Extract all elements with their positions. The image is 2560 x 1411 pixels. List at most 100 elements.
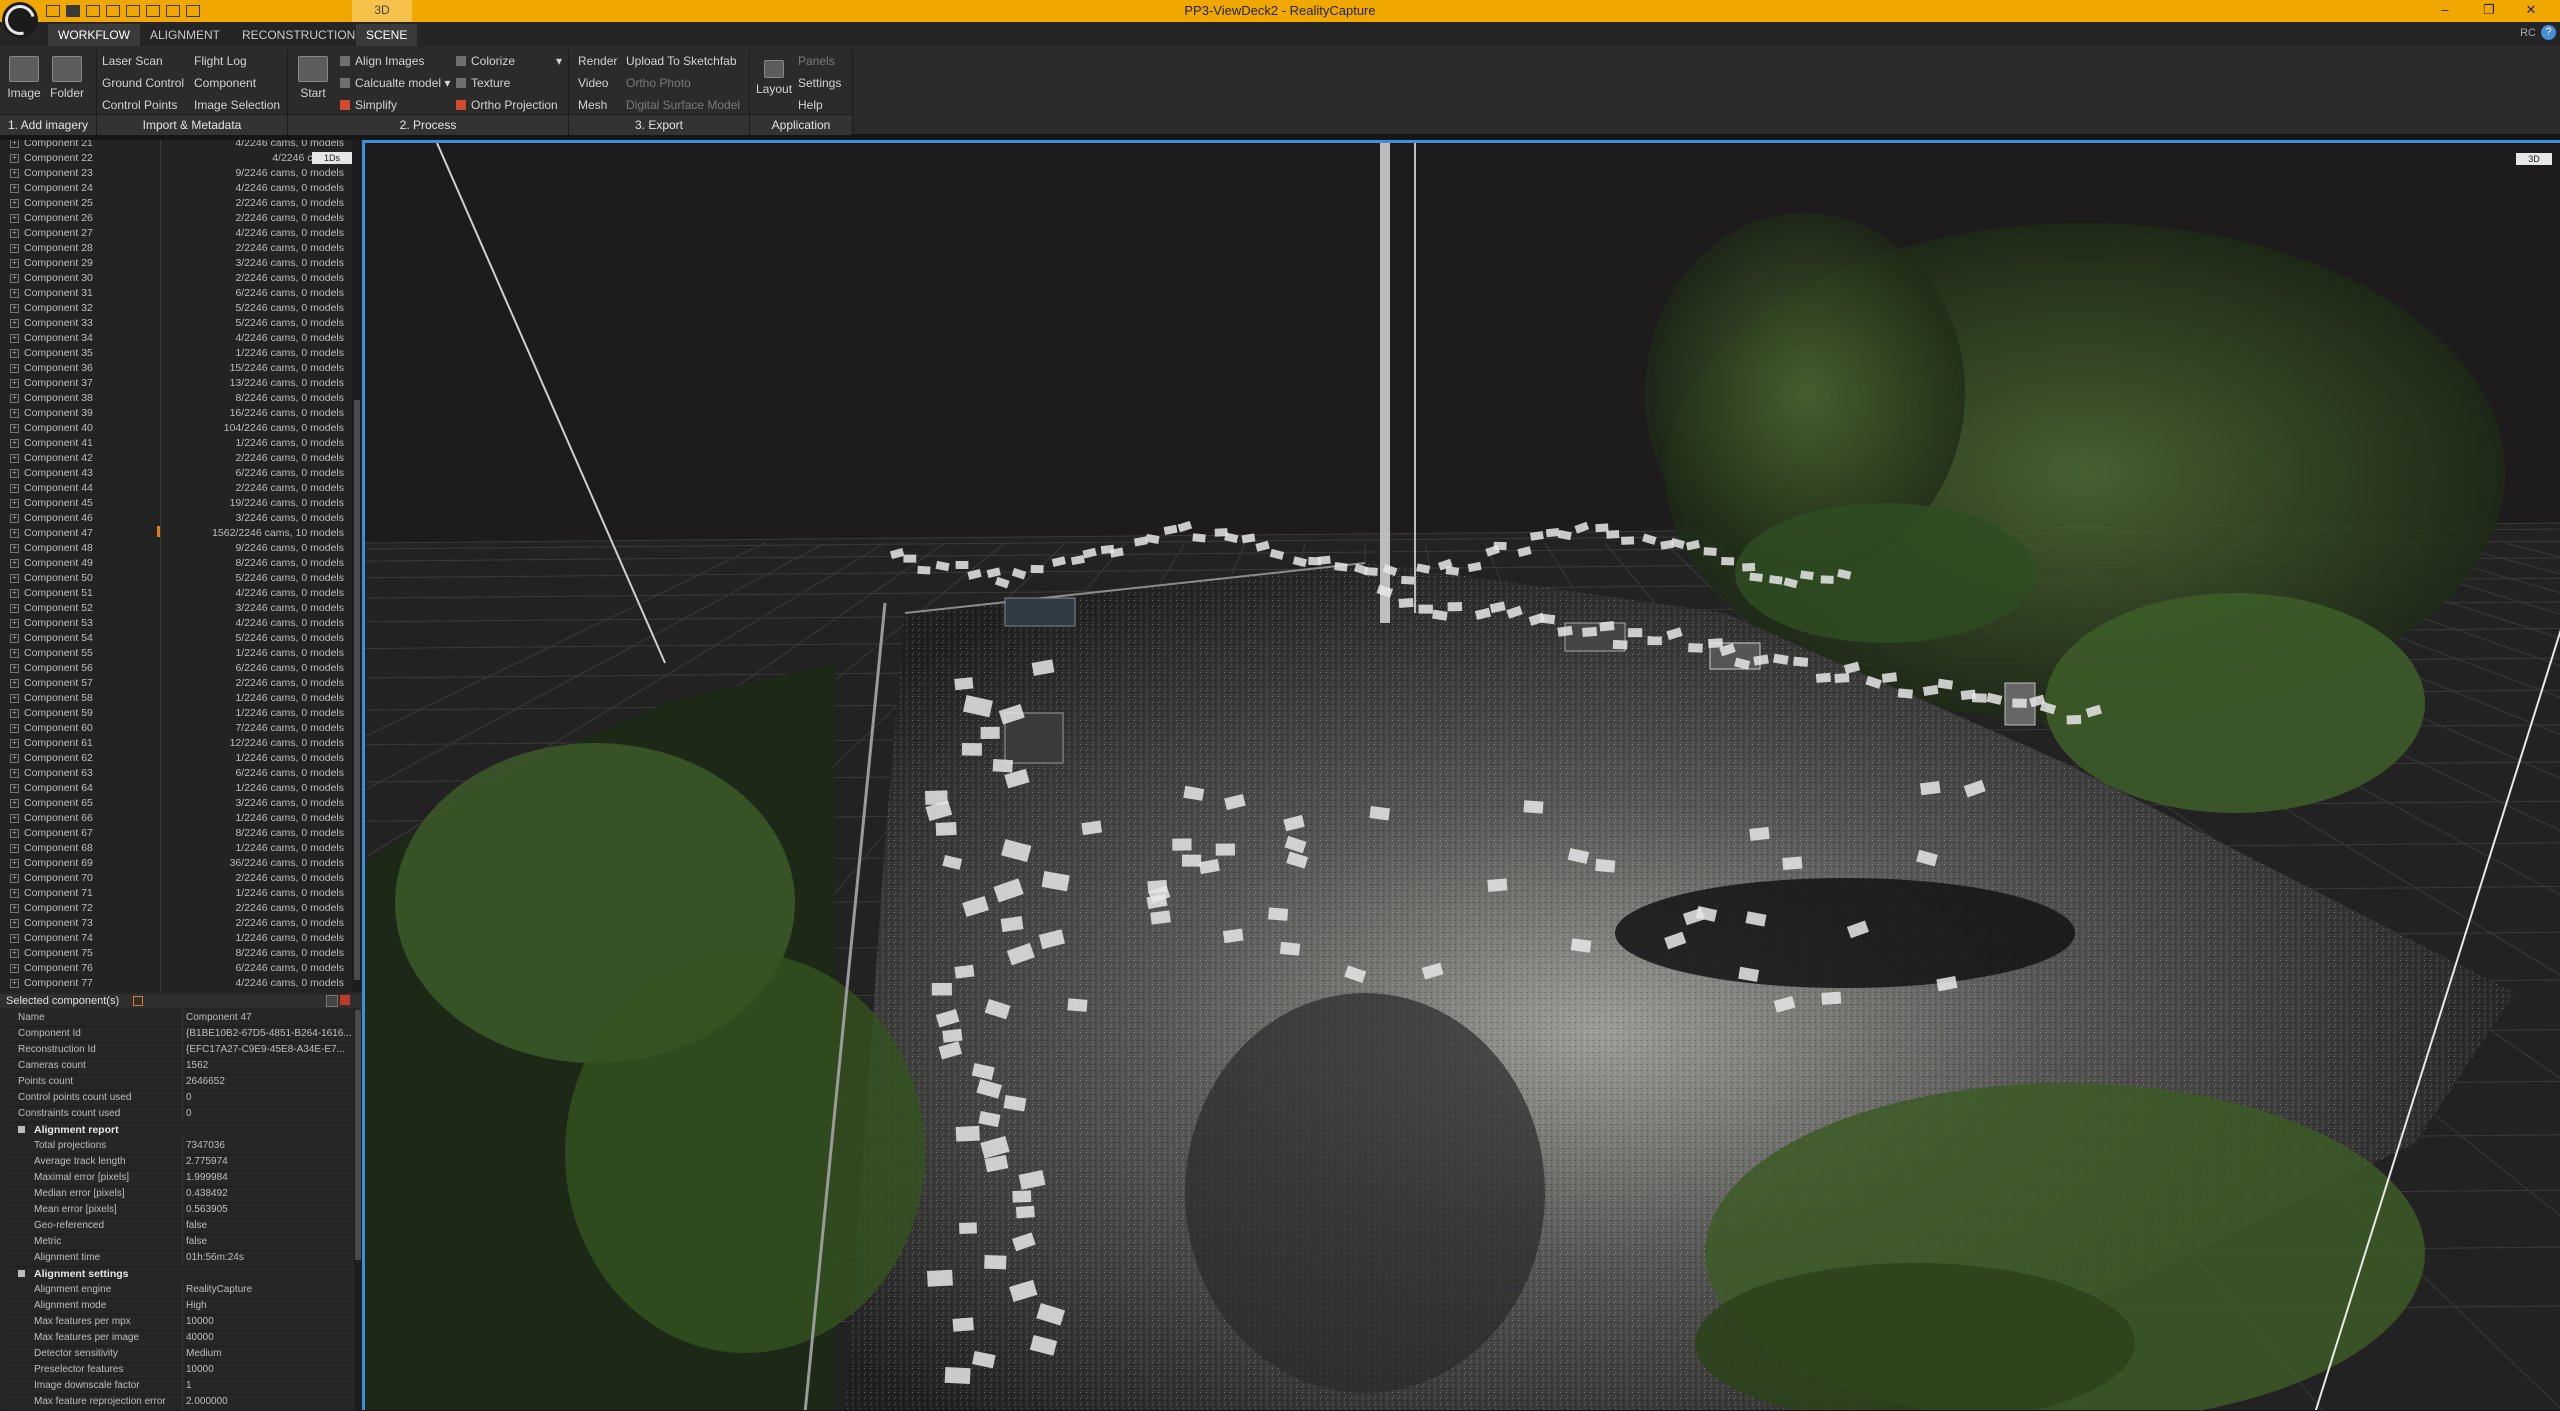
expand-icon[interactable]: +	[10, 934, 19, 943]
component-row[interactable]: + Component 51 4/2246 cams, 0 models	[0, 586, 350, 601]
camera-marker[interactable]	[955, 560, 969, 569]
expand-icon[interactable]: +	[10, 694, 19, 703]
flight-log-button[interactable]: Flight Log	[194, 54, 247, 68]
ground-control-button[interactable]: Ground Control	[102, 76, 184, 90]
camera-marker[interactable]	[992, 758, 1013, 773]
laser-scan-button[interactable]: Laser Scan	[102, 54, 163, 68]
components-scrollbar[interactable]	[352, 140, 362, 992]
camera-marker[interactable]	[1364, 567, 1378, 576]
component-row[interactable]: + Component 77 4/2246 cams, 0 models	[0, 976, 350, 991]
component-row[interactable]: + Component 40 104/2246 cams, 0 models	[0, 421, 350, 436]
expand-icon[interactable]: +	[10, 784, 19, 793]
restore-button[interactable]: ❐	[2474, 2, 2504, 18]
expand-icon[interactable]: +	[10, 739, 19, 748]
property-row[interactable]: Component Id {B1BE10B2-67D5-4851-B264-161…	[6, 1026, 352, 1043]
scrollbar-thumb[interactable]	[354, 400, 360, 980]
expand-icon[interactable]: +	[10, 544, 19, 553]
camera-marker[interactable]	[1834, 673, 1850, 684]
camera-marker[interactable]	[1172, 838, 1192, 851]
camera-marker[interactable]	[1815, 672, 1831, 683]
camera-marker[interactable]	[1599, 621, 1615, 632]
panel-close-icon[interactable]	[340, 995, 350, 1005]
expand-icon[interactable]: +	[10, 604, 19, 613]
expand-icon[interactable]: +	[10, 199, 19, 208]
property-row[interactable]: Constraints count used 0	[6, 1106, 352, 1123]
component-row[interactable]: + Component 55 1/2246 cams, 0 models	[0, 646, 350, 661]
close-button[interactable]: ✕	[2516, 2, 2546, 18]
expand-icon[interactable]: +	[10, 349, 19, 358]
property-row[interactable]: Control points count used 0	[6, 1090, 352, 1107]
ortho-projection-button[interactable]: Ortho Projection	[456, 98, 558, 112]
expand-icon[interactable]: +	[10, 799, 19, 808]
expand-icon[interactable]: +	[10, 859, 19, 868]
component-row[interactable]: + Component 45 19/2246 cams, 0 models	[0, 496, 350, 511]
camera-marker[interactable]	[1582, 626, 1598, 637]
camera-marker[interactable]	[1418, 604, 1433, 614]
expand-icon[interactable]: +	[10, 904, 19, 913]
camera-marker[interactable]	[1688, 643, 1703, 653]
camera-marker[interactable]	[935, 822, 957, 836]
expand-icon[interactable]: +	[10, 409, 19, 418]
expand-icon[interactable]: +	[10, 964, 19, 973]
component-row[interactable]: + Component 21 4/2246 cams, 0 models	[0, 140, 350, 151]
component-row[interactable]: + Component 37 13/2246 cams, 0 models	[0, 376, 350, 391]
property-row[interactable]: Alignment engine RealityCapture	[6, 1282, 352, 1299]
expand-icon[interactable]: +	[10, 889, 19, 898]
component-row[interactable]: + Component 54 5/2246 cams, 0 models	[0, 631, 350, 646]
expand-icon[interactable]: +	[10, 949, 19, 958]
component-row[interactable]: + Component 33 5/2246 cams, 0 models	[0, 316, 350, 331]
camera-marker[interactable]	[1919, 780, 1941, 796]
component-row[interactable]: + Component 73 2/2246 cams, 0 models	[0, 916, 350, 931]
expand-icon[interactable]: +	[10, 469, 19, 478]
add-image-button[interactable]: Image	[6, 56, 42, 100]
expand-icon[interactable]: +	[10, 394, 19, 403]
camera-marker[interactable]	[1621, 536, 1635, 545]
property-row[interactable]: Metric false	[6, 1234, 352, 1251]
component-row[interactable]: + Component 35 1/2246 cams, 0 models	[0, 346, 350, 361]
component-row[interactable]: + Component 42 2/2246 cams, 0 models	[0, 451, 350, 466]
section-header[interactable]: Alignment settings	[6, 1266, 352, 1282]
tab-alignment[interactable]: ALIGNMENT	[140, 24, 230, 46]
component-row[interactable]: + Component 44 2/2246 cams, 0 models	[0, 481, 350, 496]
component-row[interactable]: + Component 74 1/2246 cams, 0 models	[0, 931, 350, 946]
help-button[interactable]: Help	[798, 98, 823, 112]
camera-marker[interactable]	[1398, 597, 1414, 609]
expand-icon[interactable]: +	[10, 484, 19, 493]
simplify-button[interactable]: Simplify	[340, 98, 397, 112]
expand-icon[interactable]: +	[10, 304, 19, 313]
collapse-icon[interactable]	[18, 1126, 25, 1133]
help-icon[interactable]: ?	[2541, 25, 2556, 40]
camera-marker[interactable]	[1768, 575, 1783, 585]
component-row[interactable]: + Component 28 2/2246 cams, 0 models	[0, 241, 350, 256]
component-row[interactable]: + Component 64 1/2246 cams, 0 models	[0, 781, 350, 796]
component-row[interactable]: + Component 50 5/2246 cams, 0 models	[0, 571, 350, 586]
property-row[interactable]: Maximal error [pixels] 1.999984	[6, 1170, 352, 1187]
component-row[interactable]: + Component 75 8/2246 cams, 0 models	[0, 946, 350, 961]
camera-marker[interactable]	[1820, 575, 1834, 584]
panels-button[interactable]: Panels	[798, 54, 835, 68]
component-row[interactable]: + Component 26 2/2246 cams, 0 models	[0, 211, 350, 226]
component-row[interactable]: + Component 34 4/2246 cams, 0 models	[0, 331, 350, 346]
expand-icon[interactable]: +	[10, 979, 19, 988]
component-row[interactable]: + Component 69 36/2246 cams, 0 models	[0, 856, 350, 871]
component-row[interactable]: + Component 38 8/2246 cams, 0 models	[0, 391, 350, 406]
expand-icon[interactable]: +	[10, 214, 19, 223]
camera-marker[interactable]	[1708, 638, 1723, 649]
component-row[interactable]: + Component 30 2/2246 cams, 0 models	[0, 271, 350, 286]
component-row[interactable]: + Component 25 2/2246 cams, 0 models	[0, 196, 350, 211]
component-row[interactable]: + Component 49 8/2246 cams, 0 models	[0, 556, 350, 571]
camera-marker[interactable]	[959, 1222, 978, 1234]
component-row[interactable]: + Component 46 3/2246 cams, 0 models	[0, 511, 350, 526]
expand-icon[interactable]: +	[10, 140, 19, 148]
component-row[interactable]: + Component 66 1/2246 cams, 0 models	[0, 811, 350, 826]
component-row[interactable]: + Component 61 12/2246 cams, 0 models	[0, 736, 350, 751]
properties-scrollbar[interactable]	[354, 1010, 362, 1410]
camera-marker[interactable]	[1015, 1205, 1035, 1219]
expand-icon[interactable]: +	[10, 274, 19, 283]
component-row[interactable]: + Component 57 2/2246 cams, 0 models	[0, 676, 350, 691]
camera-marker[interactable]	[1627, 628, 1643, 638]
layout-button[interactable]: Layout	[756, 60, 792, 96]
property-row[interactable]: Max feature reprojection error 2.000000	[6, 1394, 352, 1411]
align-images-button[interactable]: Align Images	[340, 54, 424, 68]
settings-button[interactable]: Settings	[798, 76, 841, 90]
